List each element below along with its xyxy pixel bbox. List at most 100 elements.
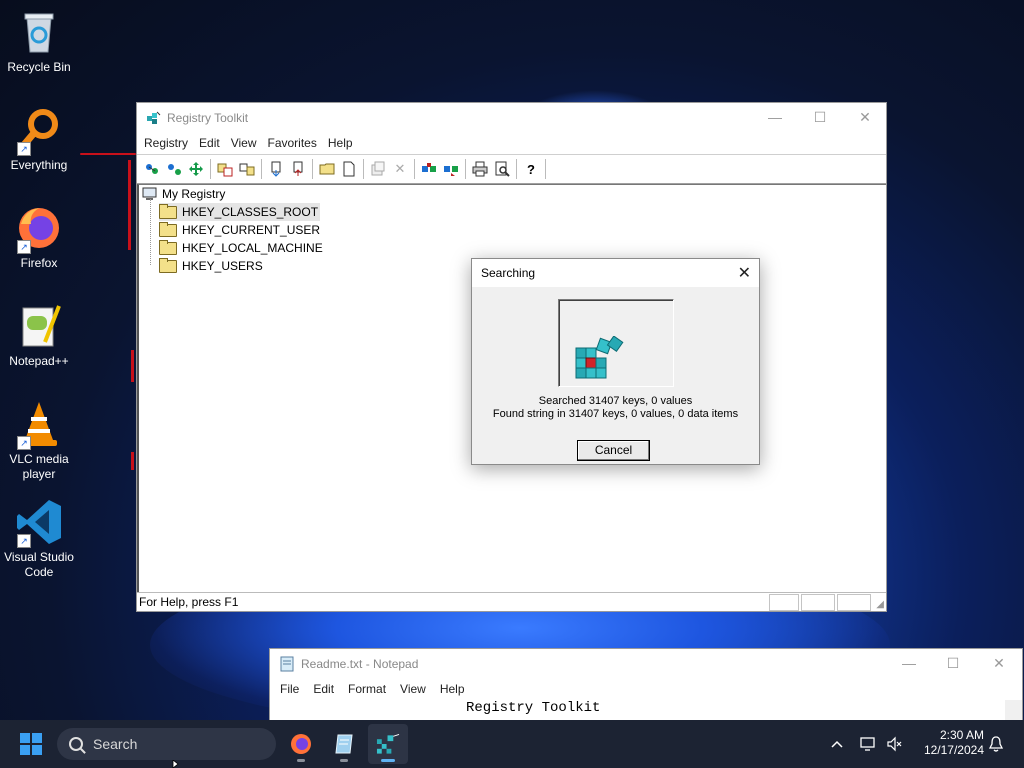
desktop-icon-everything[interactable]: ↗ Everything xyxy=(0,106,78,173)
menu-favorites[interactable]: Favorites xyxy=(263,136,323,150)
taskbar-registry-toolkit[interactable] xyxy=(368,724,408,764)
notepad-menu-format[interactable]: Format xyxy=(341,682,393,696)
desktop-icon-label: Notepad++ xyxy=(9,354,69,368)
notepad-minimize-button[interactable]: — xyxy=(886,649,932,678)
folder-icon xyxy=(159,239,177,255)
close-button[interactable]: ✕ xyxy=(842,103,888,132)
notepad-plus-plus-icon xyxy=(15,302,63,350)
dialog-close-button[interactable]: ✕ xyxy=(738,263,751,283)
running-indicator xyxy=(297,759,305,762)
tree-item[interactable]: HKEY_CURRENT_USER xyxy=(159,221,320,239)
minimize-button[interactable]: — xyxy=(752,103,798,132)
desktop-icon-vscode[interactable]: ↗ Visual Studio Code xyxy=(0,498,78,580)
paste-key-icon[interactable] xyxy=(236,158,258,180)
print-icon[interactable] xyxy=(469,158,491,180)
desktop-icon-vlc[interactable]: ↗ VLC media player xyxy=(0,400,78,482)
notepad-menu-view[interactable]: View xyxy=(393,682,433,696)
toolbar-separator xyxy=(414,159,415,179)
status-pane xyxy=(769,594,799,611)
mouse-cursor-icon xyxy=(172,760,179,768)
disconnect-icon[interactable] xyxy=(163,158,185,180)
active-indicator xyxy=(381,759,395,762)
notepad-menu-file[interactable]: File xyxy=(273,682,306,696)
tree-root-label: My Registry xyxy=(162,187,226,201)
new-value-icon[interactable] xyxy=(338,158,360,180)
resize-grip-icon[interactable]: ◢ xyxy=(876,599,884,610)
toolbar-separator xyxy=(545,159,546,179)
start-button[interactable] xyxy=(20,733,42,755)
print-preview-icon[interactable] xyxy=(491,158,513,180)
taskbar-firefox[interactable] xyxy=(281,724,321,764)
desktop-icon-recycle-bin[interactable]: Recycle Bin xyxy=(0,8,78,75)
taskbar: Search 2:30 AM 12/17/2024 xyxy=(0,720,1024,768)
searching-dialog: Searching ✕ Searched 31407 keys, 0 value… xyxy=(471,258,760,465)
help-icon[interactable]: ? xyxy=(520,158,542,180)
notepad-icon xyxy=(335,734,353,754)
desktop-icon-label: Everything xyxy=(10,158,68,172)
notepad-maximize-button[interactable]: ☐ xyxy=(930,649,976,678)
search-progress-text: Searched 31407 keys, 0 values xyxy=(538,395,693,407)
notepad-close-button[interactable]: ✕ xyxy=(976,649,1022,678)
notification-bell-icon[interactable] xyxy=(988,720,1004,768)
show-hidden-icons-chevron-icon[interactable] xyxy=(830,720,844,768)
desktop-icon-firefox[interactable]: ↗ Firefox xyxy=(0,204,78,271)
copy-key-icon[interactable] xyxy=(214,158,236,180)
maximize-button[interactable]: ☐ xyxy=(797,103,843,132)
search-results-text: Found string in 31407 keys, 0 values, 0 … xyxy=(492,408,739,420)
desktop-icon-notepad-plus-plus[interactable]: Notepad++ xyxy=(0,302,78,369)
notepad-text-area[interactable]: Registry Toolkit xyxy=(466,700,600,716)
menu-view[interactable]: View xyxy=(226,136,263,150)
notepad-window: Readme.txt - Notepad — ☐ ✕ File Edit For… xyxy=(269,648,1023,730)
properties-icon[interactable] xyxy=(367,158,389,180)
toolbar-separator xyxy=(363,159,364,179)
dialog-title: Searching xyxy=(472,259,759,287)
toolbar-separator xyxy=(516,159,517,179)
network-icon[interactable] xyxy=(860,720,878,768)
search-placeholder: Search xyxy=(93,736,138,752)
toolbar: ✕ ? xyxy=(137,154,886,184)
notepad-menu-edit[interactable]: Edit xyxy=(306,682,341,696)
tree-item[interactable]: HKEY_LOCAL_MACHINE xyxy=(159,239,323,257)
connect-icon[interactable] xyxy=(141,158,163,180)
tree-root[interactable]: My Registry xyxy=(142,185,225,203)
notepad-menu-help[interactable]: Help xyxy=(433,682,472,696)
firefox-icon: ↗ xyxy=(15,204,63,254)
annotation-stroke xyxy=(128,160,131,250)
registry-cubes-icon xyxy=(575,336,624,379)
taskbar-search-box[interactable]: Search xyxy=(57,728,276,760)
search-animation xyxy=(558,299,674,387)
tree-item-label: HKEY_CLASSES_ROOT xyxy=(182,205,319,219)
find-icon[interactable] xyxy=(418,158,440,180)
menu-edit[interactable]: Edit xyxy=(194,136,226,150)
tree-item-label: HKEY_CURRENT_USER xyxy=(182,223,321,237)
status-text: For Help, press F1 xyxy=(139,595,239,609)
toolbar-separator xyxy=(465,159,466,179)
find-next-icon[interactable] xyxy=(440,158,462,180)
toolbar-separator xyxy=(312,159,313,179)
taskbar-notepad[interactable] xyxy=(324,724,364,764)
cancel-button[interactable]: Cancel xyxy=(577,440,650,461)
annotation-stroke xyxy=(80,153,136,155)
new-key-icon[interactable] xyxy=(316,158,338,180)
menu-help[interactable]: Help xyxy=(323,136,359,150)
registry-toolkit-icon xyxy=(376,733,400,754)
tree-item[interactable]: HKEY_CLASSES_ROOT xyxy=(159,203,321,221)
import-icon[interactable] xyxy=(265,158,287,180)
vlc-icon: ↗ xyxy=(15,400,63,450)
delete-icon[interactable]: ✕ xyxy=(389,158,411,180)
annotation-stroke xyxy=(131,452,134,470)
clock-date: 12/17/2024 xyxy=(923,743,984,757)
menu-registry[interactable]: Registry xyxy=(139,136,194,150)
search-icon xyxy=(69,737,83,751)
taskbar-clock[interactable]: 2:30 AM 12/17/2024 xyxy=(912,728,984,758)
notepad-title: Readme.txt - Notepad xyxy=(301,656,419,671)
volume-muted-icon[interactable] xyxy=(886,720,904,768)
export-icon[interactable] xyxy=(287,158,309,180)
desktop-icon-label: Recycle Bin xyxy=(7,60,71,74)
recycle-bin-icon xyxy=(15,8,63,56)
move-icon[interactable] xyxy=(185,158,207,180)
folder-icon xyxy=(159,257,177,273)
tree-item[interactable]: HKEY_USERS xyxy=(159,257,263,275)
tree-item-label: HKEY_LOCAL_MACHINE xyxy=(182,241,323,255)
desktop-icon-label: VLC media player xyxy=(9,452,69,481)
